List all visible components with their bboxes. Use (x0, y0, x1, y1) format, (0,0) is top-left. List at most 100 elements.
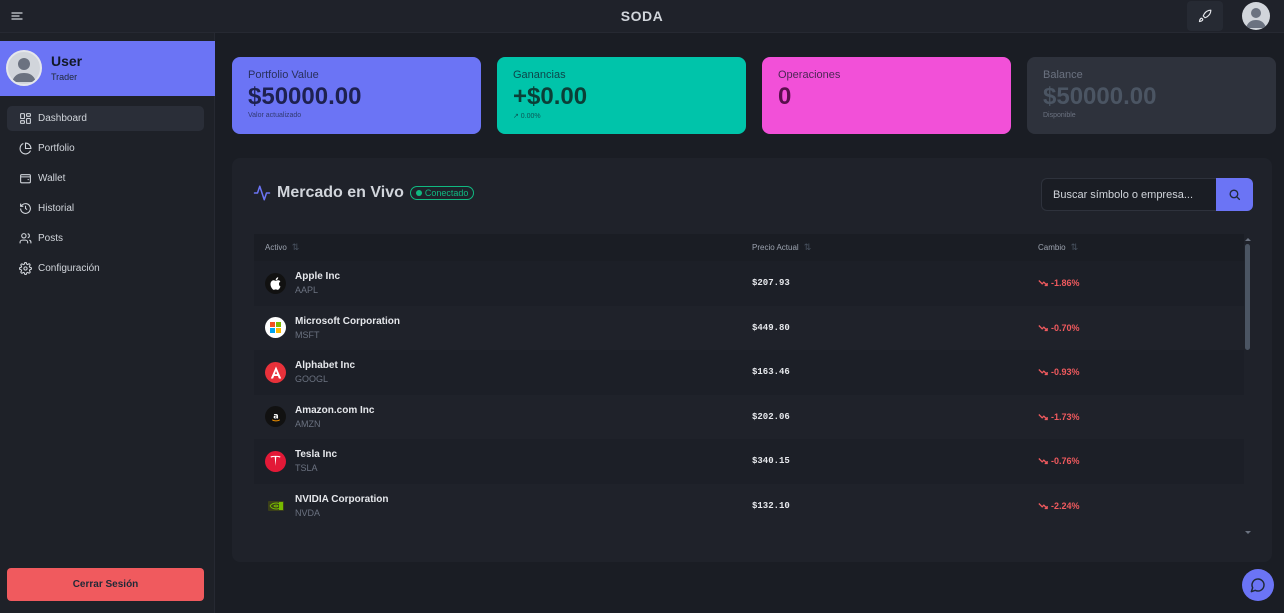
scroll-down-icon (1245, 531, 1251, 534)
asset-name: Microsoft Corporation (295, 315, 400, 327)
trending-down-icon (1038, 413, 1048, 420)
menu-icon[interactable] (10, 9, 24, 23)
sidebar-item-label: Posts (38, 233, 64, 244)
table-row[interactable]: Tesla Inc TSLA $340.15 -0.76% (254, 439, 1244, 484)
sidebar-item-label: Historial (38, 203, 75, 214)
table-scrollbar[interactable] (1244, 234, 1252, 540)
table-row[interactable]: Microsoft Corporation MSFT $449.80 -0.70… (254, 306, 1244, 351)
stat-value: 0 (778, 83, 792, 110)
table-row[interactable]: NVIDIA Corporation NVDA $132.10 -2.24% (254, 484, 1244, 529)
sort-icon: ⇅ (803, 242, 812, 252)
asset-name: NVIDIA Corporation (295, 493, 389, 505)
trending-down-icon (1038, 369, 1048, 376)
wallet-icon (20, 174, 31, 184)
asset-price: $340.15 (752, 456, 790, 467)
change-value: -1.73% (1051, 411, 1080, 422)
asset-symbol: GOOGL (295, 374, 329, 385)
asset-symbol: AMZN (295, 418, 321, 429)
search-input[interactable] (1041, 178, 1216, 211)
stat-value: $50000.00 (248, 83, 362, 110)
balance-card: Balance $50000.00 Disponible (1027, 57, 1276, 134)
stat-subtext: Valor actualizado (248, 112, 302, 119)
sort-icon: ⇅ (291, 242, 300, 252)
search-button[interactable] (1216, 178, 1253, 211)
live-market-panel: Mercado en Vivo Conectado Activo ⇅ Preci… (232, 158, 1272, 562)
sidebar-item-label: Configuración (38, 263, 100, 274)
stat-label: Portfolio Value (248, 69, 319, 81)
user-name: User (51, 53, 83, 69)
sidebar-item-portfolio[interactable]: Portfolio (7, 136, 204, 161)
asset-change: -0.76% (1038, 456, 1244, 466)
asset-price: $449.80 (752, 322, 790, 333)
sidebar-item-wallet[interactable]: Wallet (7, 166, 204, 191)
stat-value: +$0.00 (513, 83, 588, 110)
column-header-asset[interactable]: Activo ⇅ (254, 242, 752, 253)
change-value: -1.86% (1051, 278, 1080, 289)
table-body: Apple Inc AAPL $207.93 -1.86% Microsoft … (254, 261, 1244, 528)
history-icon (20, 203, 31, 214)
asset-symbol: NVDA (295, 507, 321, 518)
operations-card: Operaciones 0 (762, 57, 1011, 134)
asset-change: -1.73% (1038, 412, 1244, 422)
logout-button[interactable]: Cerrar Sesión (7, 568, 204, 601)
sort-icon: ⇅ (1070, 242, 1079, 252)
column-header-change[interactable]: Cambio ⇅ (1038, 242, 1244, 253)
chat-bubble-icon (1250, 578, 1265, 593)
activity-icon (253, 185, 271, 201)
column-label: Activo (265, 243, 287, 252)
asset-price: $132.10 (752, 500, 790, 511)
gear-icon (19, 262, 32, 275)
sidebar-item-label: Wallet (38, 173, 66, 184)
market-title: Mercado en Vivo (277, 184, 404, 201)
asset-symbol: TSLA (295, 463, 318, 474)
stat-subtext: ↗ 0.00% (513, 113, 541, 120)
rocket-button[interactable] (1187, 1, 1223, 31)
user-card[interactable]: User Trader (0, 41, 215, 96)
sidebar-item-posts[interactable]: Posts (7, 226, 204, 251)
sidebar-nav: Dashboard Portfolio Wallet Historial Pos… (7, 106, 204, 286)
nvidia-logo-icon (265, 495, 286, 517)
change-value: -0.70% (1051, 322, 1080, 333)
column-label: Cambio (1038, 243, 1066, 252)
user-avatar (6, 50, 42, 86)
asset-change: -0.70% (1038, 323, 1244, 333)
user-role: Trader (51, 72, 78, 82)
sidebar-item-label: Portfolio (38, 143, 75, 154)
users-icon (19, 233, 32, 244)
asset-price: $202.06 (752, 411, 790, 422)
table-row[interactable]: Alphabet Inc GOOGL $163.46 -0.93% (254, 350, 1244, 395)
column-label: Precio Actual (752, 243, 799, 252)
alphabet-logo-icon (265, 361, 286, 383)
search-icon (1229, 189, 1241, 201)
column-header-price[interactable]: Precio Actual ⇅ (752, 242, 1038, 253)
sidebar-item-dashboard[interactable]: Dashboard (7, 106, 204, 131)
stat-label: Ganancias (513, 69, 566, 81)
gains-card: Ganancias +$0.00 ↗ 0.00% (497, 57, 746, 134)
trending-down-icon (1038, 502, 1048, 509)
stat-subtext: Disponible (1043, 112, 1076, 119)
asset-name: Alphabet Inc (295, 360, 356, 372)
header-avatar[interactable] (1242, 2, 1270, 30)
table-row[interactable]: a Amazon.com Inc AMZN $202.06 -1.73% (254, 395, 1244, 440)
status-dot-icon (415, 190, 422, 196)
pie-chart-icon (19, 142, 32, 155)
connection-status-text: Conectado (424, 188, 469, 198)
chat-button[interactable] (1242, 569, 1274, 601)
connection-status-badge: Conectado (409, 186, 475, 200)
table-row[interactable]: Apple Inc AAPL $207.93 -1.86% (254, 261, 1244, 306)
microsoft-logo-icon (265, 317, 286, 339)
sidebar-item-historial[interactable]: Historial (7, 196, 204, 221)
change-value: -0.93% (1051, 367, 1080, 378)
scroll-up-icon (1245, 238, 1251, 241)
portfolio-value-card: Portfolio Value $50000.00 Valor actualiz… (232, 57, 481, 134)
trending-down-icon (1038, 324, 1048, 331)
stat-label: Operaciones (778, 69, 841, 81)
asset-symbol: AAPL (295, 285, 319, 296)
market-table: Activo ⇅ Precio Actual ⇅ Cambio ⇅ Apple … (254, 234, 1244, 540)
scrollbar-thumb[interactable] (1245, 244, 1250, 350)
sidebar-item-configuracion[interactable]: Configuración (7, 256, 204, 281)
sidebar-item-label: Dashboard (38, 113, 87, 124)
stat-label: Balance (1043, 69, 1083, 81)
table-header: Activo ⇅ Precio Actual ⇅ Cambio ⇅ (254, 234, 1244, 261)
trending-down-icon (1038, 280, 1048, 287)
